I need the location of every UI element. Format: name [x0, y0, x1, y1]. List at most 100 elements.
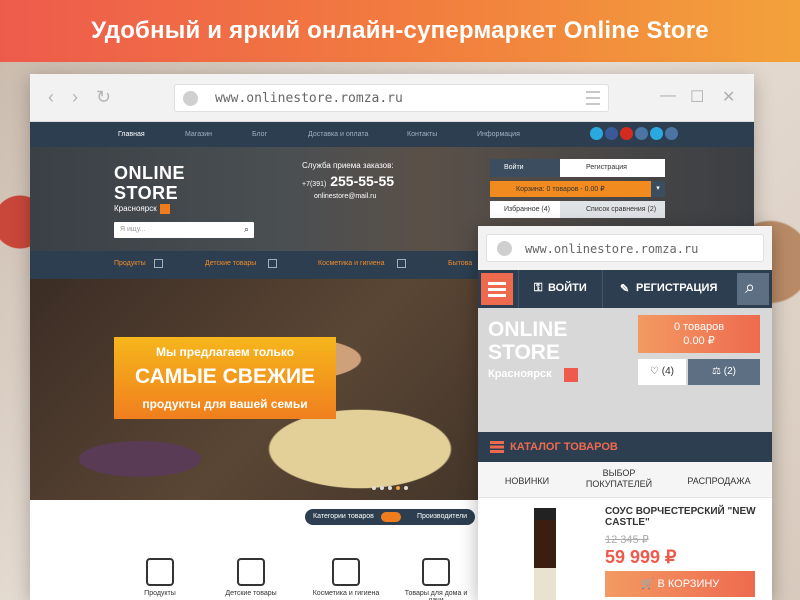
tab-choice[interactable]: ВЫБОР ПОКУПАТЕЛЕЙ: [574, 468, 664, 490]
compare-count: (2): [723, 366, 736, 377]
product-name[interactable]: СОУС ВОРЧЕСТЕРСКИЙ "NEW CASTLE": [605, 506, 765, 528]
maximize-icon[interactable]: ☐: [690, 87, 704, 107]
mobile-address-text: www.onlinestore.romza.ru: [525, 242, 699, 256]
globe-icon: [183, 91, 198, 106]
hamburger-icon[interactable]: [481, 273, 513, 305]
category-toggle[interactable]: Категории товаров Производители: [305, 509, 475, 525]
mobile-favorites[interactable]: ♡ (4): [638, 359, 686, 385]
forward-icon[interactable]: ›: [72, 88, 78, 106]
back-icon[interactable]: ‹: [48, 88, 54, 106]
facebook-icon[interactable]: [605, 127, 618, 140]
chevron-down-icon[interactable]: [160, 204, 170, 214]
chevron-down-icon[interactable]: [154, 259, 163, 268]
twitter-icon[interactable]: [590, 127, 603, 140]
nav-home[interactable]: Главная: [118, 131, 145, 138]
skype-icon[interactable]: [650, 127, 663, 140]
logo-line1: ONLINE: [114, 163, 186, 183]
search-input[interactable]: Я ищу... ⌕: [114, 222, 254, 238]
chevron-down-icon[interactable]: [397, 259, 406, 268]
toggle-left-label: Категории товаров: [313, 513, 374, 520]
top-navigation: Главная Магазин Блог Доставка и оплата К…: [30, 122, 754, 147]
promo-line3: продукты для вашей семьи: [142, 397, 308, 411]
mobile-chrome: www.onlinestore.romza.ru: [478, 226, 772, 270]
category-kids[interactable]: Детские товары: [216, 590, 286, 597]
phone-number: +7(391) 255-55-55: [302, 173, 394, 189]
mobile-search-button[interactable]: ⌕: [737, 273, 769, 305]
tab-new[interactable]: НОВИНКИ: [482, 476, 572, 486]
mobile-browser-window: www.onlinestore.romza.ru ⚿ ВОЙТИ ✎ РЕГИС…: [478, 226, 772, 600]
slider-dots: [372, 486, 408, 490]
reload-icon[interactable]: ↻: [96, 88, 111, 106]
mobile-compare[interactable]: ⚖ (2): [688, 359, 760, 385]
cart-count: 0 товаров: [673, 321, 725, 333]
search-icon[interactable]: ⌕: [244, 224, 249, 235]
chevron-down-icon[interactable]: [564, 368, 578, 382]
close-icon[interactable]: ✕: [722, 87, 735, 107]
youtube-icon[interactable]: [620, 127, 633, 140]
login-button[interactable]: Войти: [490, 159, 560, 177]
nav-contacts[interactable]: Контакты: [407, 131, 437, 138]
register-button[interactable]: Регистрация: [560, 159, 665, 177]
promo-line2: САМЫЕ СВЕЖИЕ: [134, 365, 316, 388]
home-garden-icon[interactable]: [422, 558, 450, 586]
category-cosmetics[interactable]: Косметика и гигиена: [311, 590, 381, 597]
chevron-down-icon[interactable]: [268, 259, 277, 268]
city-selector[interactable]: Красноярск: [114, 204, 157, 213]
globe-icon: [497, 241, 512, 256]
favorites-count: (4): [661, 366, 674, 377]
catnav-home[interactable]: Бытова: [448, 260, 472, 267]
browser-chrome: ‹ › ↻ www.onlinestore.romza.ru — ☐ ✕: [30, 74, 754, 122]
cart-sum: 0.00 ₽: [683, 335, 715, 347]
logo-line1: ONLINE: [488, 318, 568, 341]
nav-blog[interactable]: Блог: [252, 131, 267, 138]
slider-dot[interactable]: [404, 486, 408, 490]
category-home[interactable]: Товары для дома и дачи: [401, 590, 471, 600]
tab-sale[interactable]: РАСПРОДАЖА: [674, 476, 764, 486]
mobile-login[interactable]: ВОЙТИ: [548, 282, 587, 294]
products-icon[interactable]: [146, 558, 174, 586]
category-products[interactable]: Продукты: [125, 590, 195, 597]
product-card: СОУС ВОРЧЕСТЕРСКИЙ "NEW CASTLE" 12 345 ₽…: [478, 498, 772, 600]
address-bar[interactable]: www.onlinestore.romza.ru: [174, 84, 609, 112]
catnav-cosmetics[interactable]: Косметика и гигиена: [318, 260, 385, 267]
vk-group-icon[interactable]: [665, 127, 678, 140]
address-text: www.onlinestore.romza.ru: [215, 91, 403, 106]
catnav-products[interactable]: Продукты: [114, 260, 146, 267]
nav-delivery[interactable]: Доставка и оплата: [308, 131, 368, 138]
mobile-logo[interactable]: ONLINE STORE: [488, 318, 567, 364]
add-to-cart-button[interactable]: 🛒 В КОРЗИНУ: [605, 571, 755, 597]
divider: [602, 270, 603, 308]
key-icon: ⚿: [534, 282, 543, 294]
slider-dot[interactable]: [372, 486, 376, 490]
phone-label: Служба приема заказов:: [302, 161, 394, 170]
vk-icon[interactable]: [635, 127, 648, 140]
cosmetics-icon[interactable]: [332, 558, 360, 586]
site-logo[interactable]: ONLINE STORE: [114, 163, 185, 203]
edit-icon: ✎: [620, 283, 630, 295]
slider-dot-active[interactable]: [396, 486, 400, 490]
promo-box: Мы предлагаем только САМЫЕ СВЕЖИЕ продук…: [114, 337, 336, 419]
mobile-register[interactable]: РЕГИСТРАЦИЯ: [636, 282, 717, 294]
slider-dot[interactable]: [388, 486, 392, 490]
mobile-cart[interactable]: 0 товаров 0.00 ₽: [638, 315, 760, 353]
nav-shop[interactable]: Магазин: [185, 131, 212, 138]
toggle-switch[interactable]: [381, 512, 401, 522]
slider-dot[interactable]: [380, 486, 384, 490]
mobile-product-tabs: НОВИНКИ ВЫБОР ПОКУПАТЕЛЕЙ РАСПРОДАЖА: [478, 462, 772, 498]
chevron-down-icon[interactable]: ▾: [651, 181, 665, 197]
menu-icon[interactable]: [586, 91, 600, 105]
cart-bar[interactable]: Корзина: 0 товаров - 0.00 ₽ ▾: [490, 181, 665, 197]
nav-info[interactable]: Информация: [477, 131, 520, 138]
compare-link[interactable]: Список сравнения (2): [560, 201, 665, 218]
search-placeholder: Я ищу...: [120, 226, 146, 233]
catnav-kids[interactable]: Детские товары: [205, 260, 256, 267]
kids-icon[interactable]: [237, 558, 265, 586]
favorites-link[interactable]: Избранное (4): [490, 201, 560, 218]
mobile-catalog-bar[interactable]: КАТАЛОГ ТОВАРОВ: [478, 432, 772, 462]
mobile-address-bar[interactable]: www.onlinestore.romza.ru: [486, 234, 764, 262]
mobile-city[interactable]: Красноярск: [488, 368, 552, 380]
mobile-header: ONLINE STORE Красноярск 0 товаров 0.00 ₽…: [478, 308, 772, 432]
product-image[interactable]: [534, 508, 556, 600]
minimize-icon[interactable]: —: [660, 87, 676, 105]
email-link[interactable]: onlinestore@mail.ru: [314, 193, 376, 200]
